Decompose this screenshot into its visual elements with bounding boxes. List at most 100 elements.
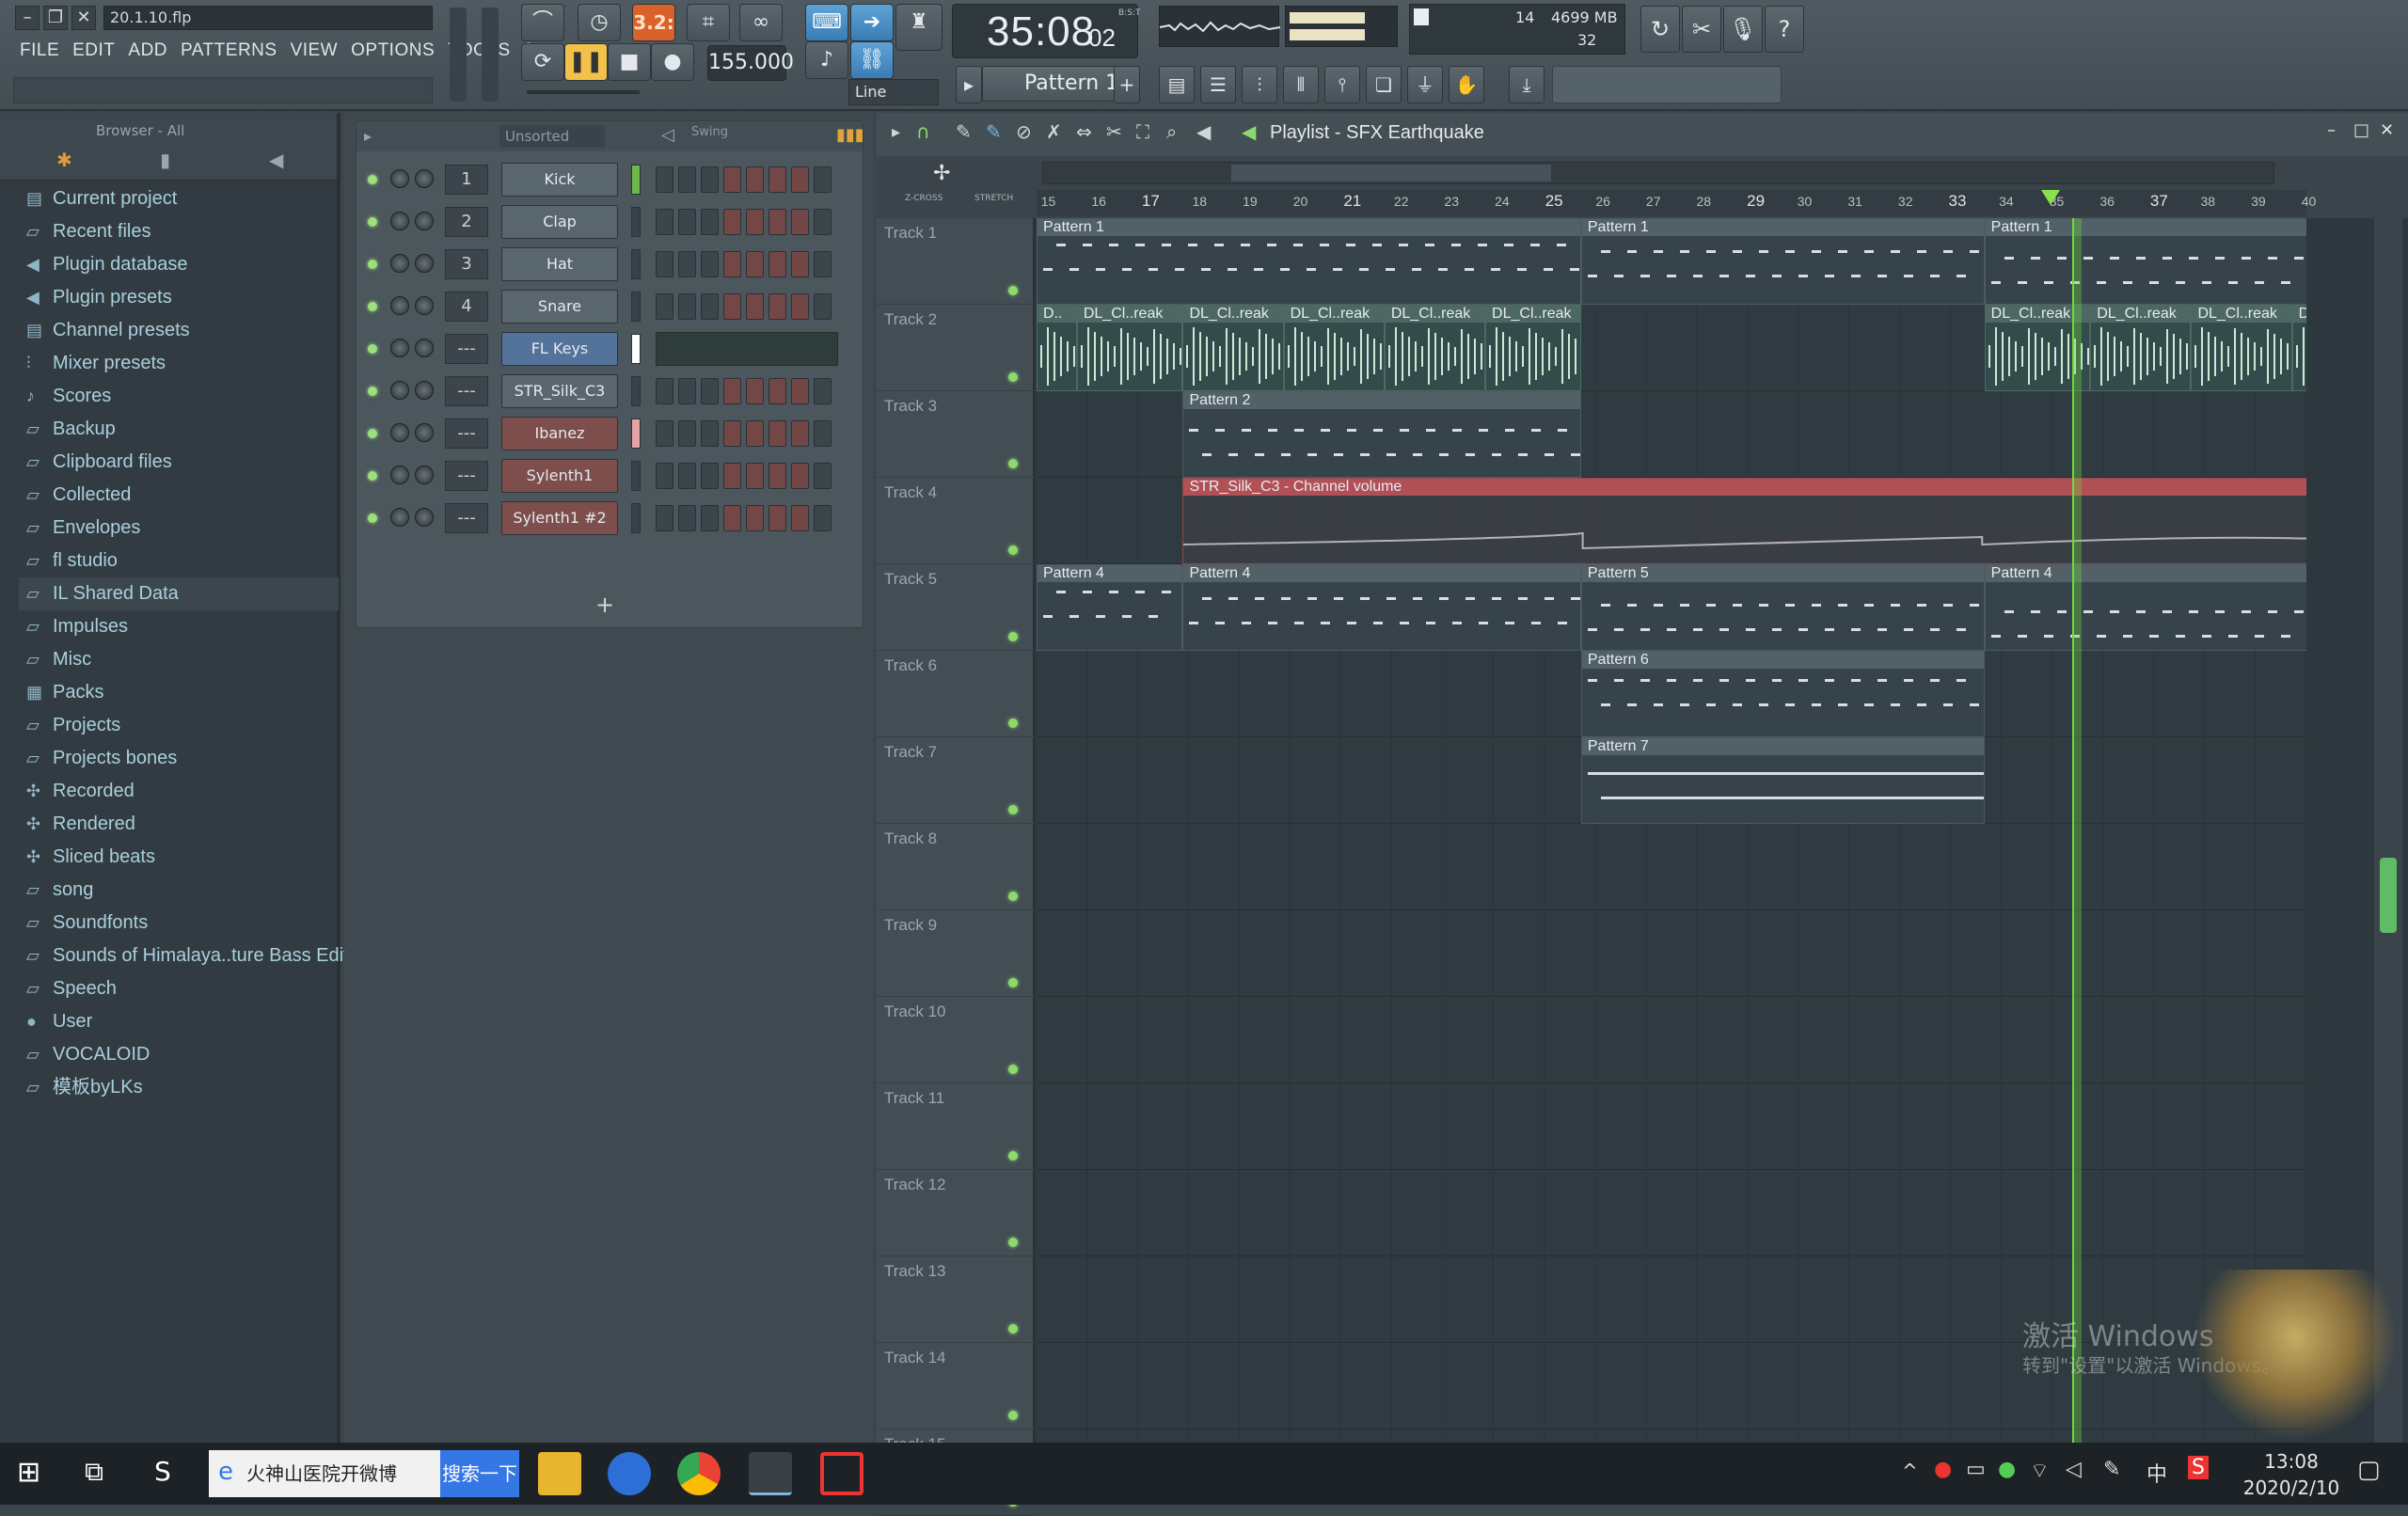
- step-button[interactable]: [701, 420, 719, 447]
- channel-mixer-track[interactable]: ---: [445, 334, 488, 364]
- tray-app-icon[interactable]: ●: [1998, 1458, 2016, 1481]
- menu-edit[interactable]: EDIT: [66, 38, 121, 64]
- step-button[interactable]: [701, 505, 719, 531]
- step-button[interactable]: [768, 463, 786, 489]
- notification-icon[interactable]: ▢: [2357, 1456, 2381, 1484]
- plugin-picker-icon[interactable]: ⏚: [1407, 66, 1443, 103]
- playhead[interactable]: [2072, 218, 2083, 1443]
- browser-item[interactable]: ♪ Scores: [19, 380, 339, 413]
- pattern-clip[interactable]: Pattern 1: [1580, 218, 1985, 305]
- browser-icon[interactable]: ❏: [1366, 66, 1402, 103]
- channel-pan-knob[interactable]: [415, 423, 434, 442]
- download-icon[interactable]: ⤓: [1509, 66, 1545, 103]
- channel-name-button[interactable]: Snare: [501, 290, 618, 324]
- browser-speaker-icon[interactable]: ◀: [269, 149, 283, 171]
- automation-clip[interactable]: STR_Silk_C3 - Channel volume: [1182, 478, 2306, 564]
- step-button[interactable]: [791, 505, 809, 531]
- browser-item[interactable]: ▱ Impulses: [19, 610, 339, 643]
- channel-mute-led[interactable]: [368, 175, 377, 184]
- rack-steps-icon[interactable]: ▮▮▮: [836, 125, 864, 145]
- browser-item[interactable]: ✣ Sliced beats: [19, 841, 339, 874]
- browser-tools-icon[interactable]: ✱: [56, 149, 72, 171]
- file-explorer-icon[interactable]: [538, 1452, 581, 1495]
- audio-clip[interactable]: D..: [1037, 305, 1077, 391]
- step-button[interactable]: [746, 463, 764, 489]
- channel-select[interactable]: [631, 461, 641, 491]
- playlist-window-icon[interactable]: ▤: [1159, 66, 1195, 103]
- track-mute-led[interactable]: [1008, 719, 1018, 728]
- channel-pan-knob[interactable]: [415, 212, 434, 230]
- step-button[interactable]: [656, 293, 673, 320]
- vscroll-thumb[interactable]: [2380, 858, 2397, 933]
- step-button[interactable]: [701, 209, 719, 235]
- play-follow-button[interactable]: ➔: [850, 4, 894, 41]
- snap-select[interactable]: Line: [848, 79, 939, 105]
- piano-roll-icon[interactable]: ☰: [1200, 66, 1236, 103]
- step-button[interactable]: [701, 166, 719, 193]
- browser-item[interactable]: ▱ song: [19, 874, 339, 907]
- browser-item[interactable]: ▦ Packs: [19, 676, 339, 709]
- channel-select[interactable]: [631, 207, 641, 237]
- channel-name-button[interactable]: Kick: [501, 163, 618, 197]
- step-button[interactable]: [746, 420, 764, 447]
- channel-row[interactable]: 1 Kick: [356, 159, 863, 200]
- step-button[interactable]: [791, 166, 809, 193]
- task-view-icon[interactable]: ⧉: [85, 1456, 103, 1488]
- horizontal-scrollbar[interactable]: [1042, 162, 2274, 184]
- typing-keyboard-button[interactable]: ⌨: [805, 4, 848, 41]
- performance-icon[interactable]: ✋: [1449, 66, 1484, 103]
- channel-row[interactable]: 2 Clap: [356, 201, 863, 243]
- wait-input-button[interactable]: ◷: [578, 4, 621, 41]
- paint-tool-icon[interactable]: ✎: [986, 120, 1002, 143]
- step-button[interactable]: [768, 505, 786, 531]
- channel-pan-knob[interactable]: [415, 466, 434, 484]
- master-pitch-bar[interactable]: [527, 90, 640, 94]
- playlist-maximize-icon[interactable]: □: [2353, 120, 2369, 140]
- rack-speaker-icon[interactable]: ◁: [661, 125, 674, 145]
- track-mute-led[interactable]: [1008, 459, 1018, 468]
- channel-mute-led[interactable]: [368, 217, 377, 227]
- channel-select[interactable]: [631, 418, 641, 449]
- step-button[interactable]: [701, 293, 719, 320]
- step-button[interactable]: [723, 420, 741, 447]
- help-icon[interactable]: ?: [1765, 6, 1804, 53]
- browser-item[interactable]: ▤ Channel presets: [19, 314, 339, 347]
- browser-item[interactable]: ▱ Misc: [19, 643, 339, 676]
- pattern-clip[interactable]: Pattern 6: [1580, 651, 1985, 737]
- step-button[interactable]: [656, 378, 673, 404]
- channel-name-button[interactable]: Sylenth1: [501, 459, 618, 493]
- browser-item[interactable]: ▱ IL Shared Data: [19, 577, 339, 610]
- tray-battery-icon[interactable]: ▭: [1966, 1458, 1986, 1481]
- ime-indicator[interactable]: 中: [2147, 1458, 2167, 1488]
- channel-mute-led[interactable]: [368, 513, 377, 523]
- track-header[interactable]: Track 4: [877, 478, 1035, 564]
- track-mute-led[interactable]: [1008, 286, 1018, 295]
- tray-pen-icon[interactable]: ✎: [2103, 1458, 2120, 1481]
- song-time-display[interactable]: 35:08 02 B:S:T: [952, 4, 1140, 58]
- taskbar-search-input[interactable]: 火神山医院开微博: [209, 1450, 440, 1497]
- track-mute-led[interactable]: [1008, 805, 1018, 814]
- channel-row[interactable]: --- Ibanez: [356, 413, 863, 454]
- step-button[interactable]: [768, 420, 786, 447]
- restore-button[interactable]: ❐: [43, 6, 68, 30]
- browser-item[interactable]: ▱ VOCALOID: [19, 1038, 339, 1071]
- undo-icon[interactable]: ↻: [1640, 6, 1680, 53]
- step-button[interactable]: [723, 505, 741, 531]
- menu-view[interactable]: VIEW: [284, 38, 345, 64]
- step-button[interactable]: [746, 293, 764, 320]
- zoom-tool-icon[interactable]: ⌕: [1166, 120, 1177, 143]
- windows-start-icon[interactable]: ⊞: [17, 1456, 40, 1489]
- playback-tool-icon[interactable]: ◀: [1196, 120, 1211, 143]
- browser-item[interactable]: ▱ Backup: [19, 413, 339, 446]
- channel-volume-knob[interactable]: [390, 508, 409, 527]
- step-button[interactable]: [701, 251, 719, 277]
- recorder-icon[interactable]: [820, 1452, 863, 1495]
- menu-file[interactable]: FILE: [13, 38, 66, 64]
- channel-pan-knob[interactable]: [415, 254, 434, 273]
- track-header[interactable]: Track 7: [877, 737, 1035, 824]
- step-button[interactable]: [814, 251, 832, 277]
- mute-tool-icon[interactable]: ✗: [1046, 120, 1062, 143]
- channel-volume-knob[interactable]: [390, 169, 409, 188]
- step-button[interactable]: [791, 420, 809, 447]
- channel-volume-knob[interactable]: [390, 254, 409, 273]
